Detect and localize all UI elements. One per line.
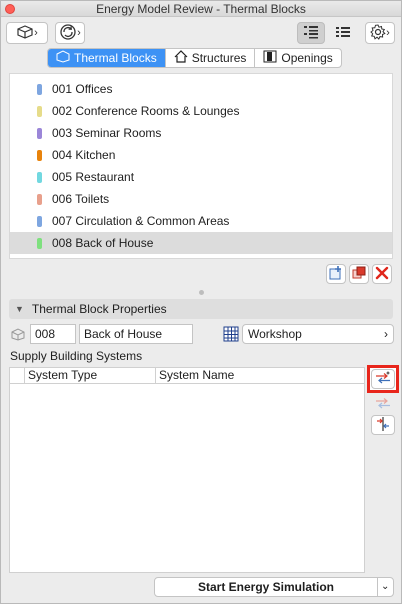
thermal-block-icon [10, 326, 26, 345]
list-item[interactable]: 004 Kitchen [10, 144, 392, 166]
list-item-label: 003 Seminar Rooms [52, 126, 162, 140]
list-item-label: 004 Kitchen [52, 148, 116, 162]
unassign-system-button[interactable] [371, 394, 395, 414]
tab-thermal-blocks[interactable]: Thermal Blocks [48, 49, 166, 67]
assign-system-button-highlighted[interactable] [367, 365, 399, 393]
unassign-system-icon [374, 396, 392, 413]
settings-button[interactable]: › [365, 22, 395, 44]
refresh-icon [59, 23, 77, 44]
column-header-system-name[interactable]: System Name [156, 368, 364, 384]
list-item-label: 006 Toilets [52, 192, 110, 206]
list-item[interactable]: 006 Toilets [10, 188, 392, 210]
list-item-label: 002 Conference Rooms & Lounges [52, 104, 240, 118]
block-name-field[interactable]: Back of House [79, 324, 193, 344]
toolbar: › › › [1, 18, 401, 48]
color-swatch [37, 171, 42, 183]
color-swatch [37, 215, 42, 227]
duplicate-icon [351, 265, 367, 284]
energy-model-review-window: Energy Model Review - Thermal Blocks › › [0, 0, 402, 604]
supply-systems-table[interactable]: System Type System Name [9, 367, 365, 573]
list-item[interactable]: 003 Seminar Rooms [10, 122, 392, 144]
list-view-button[interactable] [329, 22, 357, 44]
color-swatch [37, 237, 42, 249]
color-swatch [37, 83, 42, 95]
duplicate-thermal-block-button[interactable] [349, 264, 369, 284]
disclosure-triangle-icon: ▼ [15, 304, 24, 314]
cube-icon [16, 24, 34, 43]
chevron-right-icon: › [77, 27, 81, 39]
splitter-handle[interactable] [199, 290, 204, 295]
thermal-block-icon [56, 50, 70, 66]
tab-label: Structures [191, 51, 247, 65]
column-header-system-type[interactable]: System Type [25, 368, 156, 384]
new-thermal-block-button[interactable] [326, 264, 346, 284]
grid-pattern-icon [223, 326, 239, 345]
chevron-right-icon: › [384, 327, 388, 341]
gear-icon [370, 23, 386, 43]
delete-thermal-block-button[interactable] [372, 264, 392, 284]
model-view-button[interactable]: › [6, 22, 48, 44]
thermal-block-list[interactable]: 001 Offices 002 Conference Rooms & Loung… [9, 73, 393, 259]
list-item[interactable]: 001 Offices [10, 78, 392, 100]
chevron-down-icon[interactable]: ⌄ [381, 578, 389, 596]
close-window-button[interactable] [5, 4, 15, 14]
new-block-icon [328, 265, 344, 284]
thermal-block-properties-header[interactable]: ▼ Thermal Block Properties [9, 299, 393, 319]
system-settings-icon [375, 416, 391, 435]
house-icon [174, 50, 188, 66]
color-swatch [37, 127, 42, 139]
column-header-blank [10, 368, 25, 384]
title-bar: Energy Model Review - Thermal Blocks [1, 1, 401, 17]
profile-value: Workshop [248, 327, 302, 341]
color-swatch [37, 105, 42, 117]
detail-list-view-button[interactable] [297, 22, 325, 44]
delete-icon [375, 266, 389, 283]
assign-system-icon [374, 371, 392, 388]
chevron-right-icon: › [34, 27, 38, 39]
detail-list-icon [303, 25, 319, 42]
list-item[interactable]: 007 Circulation & Common Areas [10, 210, 392, 232]
chevron-right-icon: › [386, 27, 390, 39]
tab-structures[interactable]: Structures [166, 49, 256, 67]
list-item-label: 005 Restaurant [52, 170, 135, 184]
tab-openings[interactable]: Openings [255, 49, 340, 67]
list-item[interactable]: 002 Conference Rooms & Lounges [10, 100, 392, 122]
list-item-label: 007 Circulation & Common Areas [52, 214, 230, 228]
list-item-label: 008 Back of House [52, 236, 154, 250]
operation-profile-select[interactable]: Workshop › [242, 324, 394, 344]
tab-label: Openings [281, 51, 333, 65]
door-icon [263, 50, 277, 66]
divider [377, 578, 378, 596]
tab-label: Thermal Blocks [74, 51, 157, 65]
color-swatch [37, 193, 42, 205]
window-title: Energy Model Review - Thermal Blocks [96, 2, 306, 16]
refresh-button[interactable]: › [55, 22, 85, 44]
view-tabs: Thermal Blocks Structures Openings [47, 48, 342, 68]
system-settings-button[interactable] [371, 415, 395, 435]
button-label: Start Energy Simulation [197, 580, 335, 594]
list-item[interactable]: 005 Restaurant [10, 166, 392, 188]
block-id-field[interactable]: 008 [30, 324, 76, 344]
supply-systems-label: Supply Building Systems [10, 349, 143, 363]
list-item-selected[interactable]: 008 Back of House [10, 232, 392, 254]
start-energy-simulation-button[interactable]: Start Energy Simulation ⌄ [154, 577, 394, 597]
table-header: System Type System Name [10, 368, 364, 384]
list-item-label: 001 Offices [52, 82, 113, 96]
color-swatch [37, 149, 42, 161]
list-icon [335, 25, 351, 42]
section-title: Thermal Block Properties [31, 302, 167, 316]
